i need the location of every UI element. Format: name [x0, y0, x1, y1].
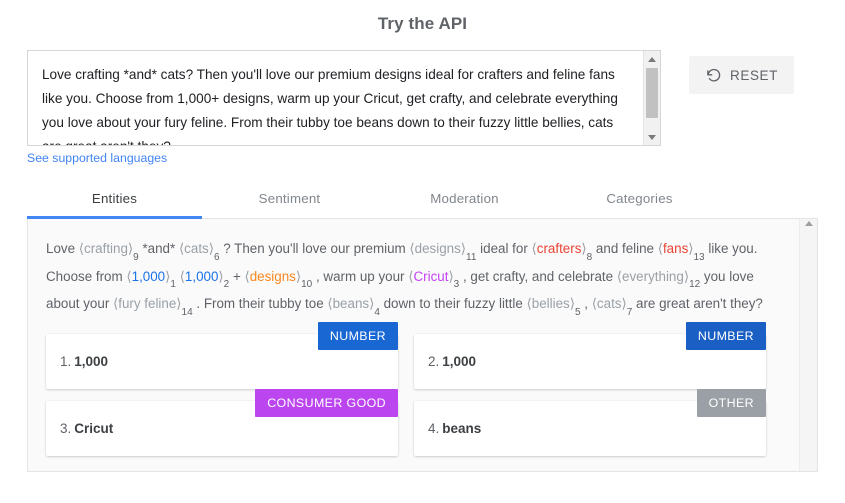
entity-mention-text: designs — [250, 269, 296, 284]
scroll-up-arrow-icon[interactable] — [644, 51, 660, 67]
input-row: Love crafting *and* cats? Then you'll lo… — [0, 34, 845, 146]
entity-index: 11 — [466, 252, 476, 263]
entity-index: 8 — [587, 252, 593, 263]
entity-mention[interactable]: ⟨crafting⟩9 — [79, 241, 139, 256]
entity-mention[interactable]: ⟨designs⟩10 — [244, 269, 312, 284]
entity-mention[interactable]: ⟨everything⟩12 — [617, 269, 700, 284]
entity-close-bracket: ⟩ — [621, 296, 626, 311]
textarea-scrollbar[interactable] — [643, 51, 660, 145]
entity-card-name: 1,000 — [442, 354, 476, 369]
entity-type-badge: CONSUMER GOOD — [255, 389, 398, 417]
entity-index: 3 — [454, 279, 460, 290]
entity-mention[interactable]: ⟨cats⟩6 — [179, 241, 220, 256]
entity-index: 5 — [575, 307, 581, 318]
entity-mention-text: everything — [622, 269, 684, 284]
supported-languages-link[interactable]: See supported languages — [27, 151, 167, 165]
entity-index: 2 — [224, 279, 230, 290]
entity-mention[interactable]: ⟨1,000⟩1 — [126, 269, 176, 284]
entity-mention[interactable]: ⟨1,000⟩2 — [180, 269, 230, 284]
scroll-down-arrow-icon[interactable] — [644, 129, 660, 145]
entity-card-number: 1. — [60, 354, 71, 369]
entity-mention[interactable]: ⟨beans⟩4 — [327, 296, 380, 311]
entity-mention-text: cats — [597, 296, 622, 311]
entity-card[interactable]: 4.beansOTHER — [414, 401, 766, 456]
scrollbar-thumb[interactable] — [646, 68, 658, 118]
results-body: Love ⟨crafting⟩9 *and* ⟨cats⟩6 ? Then yo… — [28, 219, 799, 471]
entity-close-bracket: ⟩ — [218, 269, 223, 284]
tab-moderation-label: Moderation — [430, 191, 499, 206]
analysis-tabs: Entities Sentiment Moderation Categories — [27, 181, 818, 219]
entity-card-label: 1.1,000 — [60, 354, 108, 369]
entity-card-name: beans — [442, 421, 481, 436]
annotated-text: Love ⟨crafting⟩9 *and* ⟨cats⟩6 ? Then yo… — [46, 235, 781, 318]
entity-index: 6 — [214, 252, 220, 263]
entity-mention[interactable]: ⟨Cricut⟩3 — [408, 269, 459, 284]
entity-close-bracket: ⟩ — [581, 241, 586, 256]
entities-results-panel: Love ⟨crafting⟩9 *and* ⟨cats⟩6 ? Then yo… — [27, 219, 818, 472]
entity-mention-text: fury feline — [118, 296, 176, 311]
analysis-text-value[interactable]: Love crafting *and* cats? Then you'll lo… — [28, 51, 643, 145]
entity-card-number: 2. — [428, 354, 439, 369]
analysis-text-input[interactable]: Love crafting *and* cats? Then you'll lo… — [27, 50, 661, 146]
entity-close-bracket: ⟩ — [688, 241, 693, 256]
entity-card-list: 1.1,000NUMBER2.1,000NUMBER3.CricutCONSUM… — [46, 334, 781, 456]
entity-card[interactable]: 3.CricutCONSUMER GOOD — [46, 401, 398, 456]
entity-type-badge: NUMBER — [686, 322, 766, 350]
entity-card[interactable]: 1.1,000NUMBER — [46, 334, 398, 389]
tab-entities-label: Entities — [92, 191, 137, 206]
entity-index: 7 — [627, 307, 633, 318]
tab-categories-label: Categories — [606, 191, 672, 206]
entity-close-bracket: ⟩ — [176, 296, 181, 311]
entity-index: 4 — [374, 307, 380, 318]
entity-card-name: Cricut — [74, 421, 113, 436]
entity-mention-text: Cricut — [413, 269, 448, 284]
results-scroll-up-arrow-icon[interactable] — [800, 221, 817, 226]
entity-close-bracket: ⟩ — [448, 269, 453, 284]
tab-sentiment[interactable]: Sentiment — [202, 181, 377, 218]
entity-index: 14 — [182, 307, 193, 318]
try-the-api-panel: Try the API Love crafting *and* cats? Th… — [0, 0, 845, 503]
entity-mention[interactable]: ⟨cats⟩7 — [592, 296, 633, 311]
reset-button-label: RESET — [730, 68, 778, 83]
entity-mention-text: cats — [184, 241, 209, 256]
entity-index: 12 — [689, 279, 700, 290]
entity-mention-text: 1,000 — [185, 269, 219, 284]
entity-card-label: 3.Cricut — [60, 421, 113, 436]
entity-card-label: 2.1,000 — [428, 354, 476, 369]
page-title: Try the API — [0, 0, 845, 34]
entity-type-badge: OTHER — [697, 389, 766, 417]
tab-categories[interactable]: Categories — [552, 181, 727, 218]
entity-mention[interactable]: ⟨designs⟩11 — [409, 241, 476, 256]
results-scrollbar[interactable] — [799, 219, 817, 471]
entity-mention[interactable]: ⟨bellies⟩5 — [527, 296, 581, 311]
entity-mention-text: 1,000 — [132, 269, 166, 284]
tab-sentiment-label: Sentiment — [259, 191, 321, 206]
entity-card[interactable]: 2.1,000NUMBER — [414, 334, 766, 389]
entity-mention-text: fans — [663, 241, 688, 256]
entity-card-number: 4. — [428, 421, 439, 436]
tab-moderation[interactable]: Moderation — [377, 181, 552, 218]
entity-index: 10 — [301, 279, 312, 290]
reset-button[interactable]: RESET — [689, 56, 794, 94]
rotate-ccw-icon — [705, 67, 722, 84]
entity-card-number: 3. — [60, 421, 71, 436]
entity-mention-text: designs — [415, 241, 461, 256]
entity-mention-text: crafting — [84, 241, 128, 256]
entity-card-name: 1,000 — [74, 354, 108, 369]
entity-type-badge: NUMBER — [318, 322, 398, 350]
entity-index: 13 — [694, 252, 705, 263]
entity-mention[interactable]: ⟨crafters⟩8 — [532, 241, 593, 256]
entity-mention-text: bellies — [532, 296, 570, 311]
tab-entities[interactable]: Entities — [27, 181, 202, 218]
entity-mention[interactable]: ⟨fans⟩13 — [658, 241, 705, 256]
entity-mention-text: beans — [333, 296, 369, 311]
entity-mention[interactable]: ⟨fury feline⟩14 — [113, 296, 193, 311]
entity-card-label: 4.beans — [428, 421, 481, 436]
entity-mention-text: crafters — [537, 241, 582, 256]
entity-index: 1 — [170, 279, 176, 290]
entity-index: 9 — [133, 252, 139, 263]
